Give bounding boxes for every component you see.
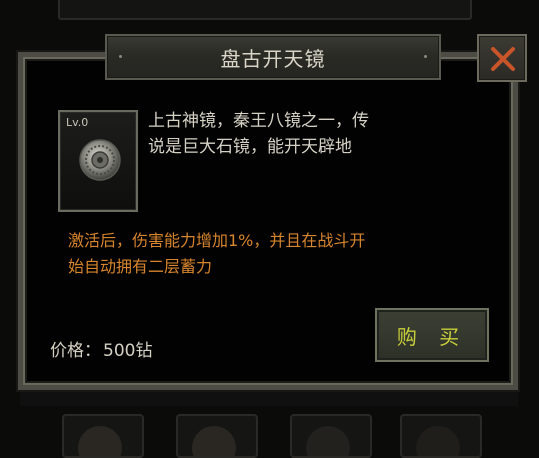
price: 价格： 500钻 xyxy=(50,336,152,361)
effect-line: 始自动拥有二层蓄力 xyxy=(68,257,213,276)
rivet xyxy=(119,55,122,58)
background-slot xyxy=(176,414,258,458)
item-level: Lv.0 xyxy=(66,116,89,129)
dialog-title: 盘古开天镜 xyxy=(220,46,326,71)
item-description: 上古神镜，秦王八镜之一，传 说是巨大石镜，能开天辟地 xyxy=(148,108,416,160)
close-button[interactable] xyxy=(477,34,527,82)
item-effect: 激活后，伤害能力增加1%，并且在战斗开 始自动拥有二层蓄力 xyxy=(68,228,408,280)
bronze-mirror-icon xyxy=(79,139,121,181)
background-slot xyxy=(290,414,372,458)
dialog-title-bar: 盘古开天镜 xyxy=(105,34,441,80)
close-icon xyxy=(491,47,515,71)
price-value: 500钻 xyxy=(103,341,153,361)
price-label: 价格： xyxy=(50,341,101,361)
background-slot xyxy=(62,414,144,458)
background-panel-top xyxy=(58,0,472,20)
description-line: 说是巨大石镜，能开天辟地 xyxy=(148,137,352,157)
item-icon-slot: Lv.0 xyxy=(58,110,138,212)
effect-line: 激活后，伤害能力增加1%，并且在战斗开 xyxy=(68,231,366,250)
rivet xyxy=(424,55,427,58)
description-line: 上古神镜，秦王八镜之一，传 xyxy=(148,111,369,131)
buy-button-label: 购 买 xyxy=(396,324,468,349)
buy-button[interactable]: 购 买 xyxy=(375,308,489,362)
background-slot xyxy=(400,414,482,458)
